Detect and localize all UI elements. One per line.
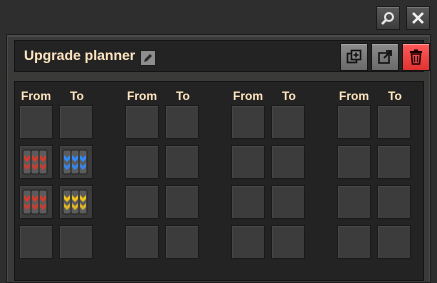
to-slot[interactable] bbox=[59, 225, 93, 259]
column-to-label: To bbox=[70, 89, 84, 103]
fast-transport-belt-icon bbox=[62, 149, 88, 175]
to-slot[interactable] bbox=[377, 225, 411, 259]
from-slot[interactable] bbox=[337, 105, 371, 139]
from-slot[interactable] bbox=[19, 225, 53, 259]
from-slot[interactable] bbox=[337, 185, 371, 219]
delete-button[interactable] bbox=[402, 43, 430, 71]
column-from-label: From bbox=[21, 89, 51, 103]
planner-header: Upgrade planner bbox=[14, 40, 430, 72]
rules-grid: From To From To From To From To bbox=[14, 81, 424, 281]
search-button[interactable] bbox=[376, 6, 400, 30]
trash-icon bbox=[410, 49, 422, 65]
to-slot[interactable] bbox=[377, 145, 411, 179]
export-button[interactable] bbox=[371, 43, 399, 71]
to-slot[interactable] bbox=[271, 145, 305, 179]
to-slot[interactable] bbox=[59, 185, 93, 219]
to-slot[interactable] bbox=[271, 185, 305, 219]
close-button[interactable] bbox=[406, 6, 430, 30]
to-slot[interactable] bbox=[59, 105, 93, 139]
planner-title: Upgrade planner bbox=[24, 47, 136, 63]
close-icon bbox=[412, 12, 424, 24]
to-slot[interactable] bbox=[59, 145, 93, 179]
transport-belt-icon bbox=[22, 189, 48, 215]
express-transport-belt-icon bbox=[62, 189, 88, 215]
from-slot[interactable] bbox=[231, 145, 265, 179]
to-slot[interactable] bbox=[165, 225, 199, 259]
upgrade-planner-panel: Upgrade planner From To From To From To … bbox=[6, 34, 431, 283]
to-slot[interactable] bbox=[165, 145, 199, 179]
from-slot[interactable] bbox=[125, 225, 159, 259]
column-from-label: From bbox=[233, 89, 263, 103]
from-slot[interactable] bbox=[337, 225, 371, 259]
to-slot[interactable] bbox=[165, 105, 199, 139]
to-slot[interactable] bbox=[377, 185, 411, 219]
from-slot[interactable] bbox=[125, 145, 159, 179]
from-slot[interactable] bbox=[337, 145, 371, 179]
rename-button[interactable] bbox=[140, 50, 156, 66]
column-from-label: From bbox=[339, 89, 369, 103]
column-from-label: From bbox=[127, 89, 157, 103]
from-slot[interactable] bbox=[125, 105, 159, 139]
from-slot[interactable] bbox=[231, 105, 265, 139]
to-slot[interactable] bbox=[377, 105, 411, 139]
column-to-label: To bbox=[176, 89, 190, 103]
from-slot[interactable] bbox=[19, 105, 53, 139]
from-slot[interactable] bbox=[231, 185, 265, 219]
copy-icon bbox=[346, 49, 362, 64]
to-slot[interactable] bbox=[271, 105, 305, 139]
from-slot[interactable] bbox=[19, 145, 53, 179]
transport-belt-icon bbox=[22, 149, 48, 175]
pencil-icon bbox=[144, 54, 152, 62]
from-slot[interactable] bbox=[231, 225, 265, 259]
to-slot[interactable] bbox=[271, 225, 305, 259]
search-icon bbox=[381, 12, 394, 25]
column-to-label: To bbox=[388, 89, 402, 103]
column-to-label: To bbox=[282, 89, 296, 103]
from-slot[interactable] bbox=[125, 185, 159, 219]
window-titlebar bbox=[0, 0, 437, 34]
copy-button[interactable] bbox=[340, 43, 368, 71]
export-icon bbox=[378, 50, 392, 64]
from-slot[interactable] bbox=[19, 185, 53, 219]
to-slot[interactable] bbox=[165, 185, 199, 219]
